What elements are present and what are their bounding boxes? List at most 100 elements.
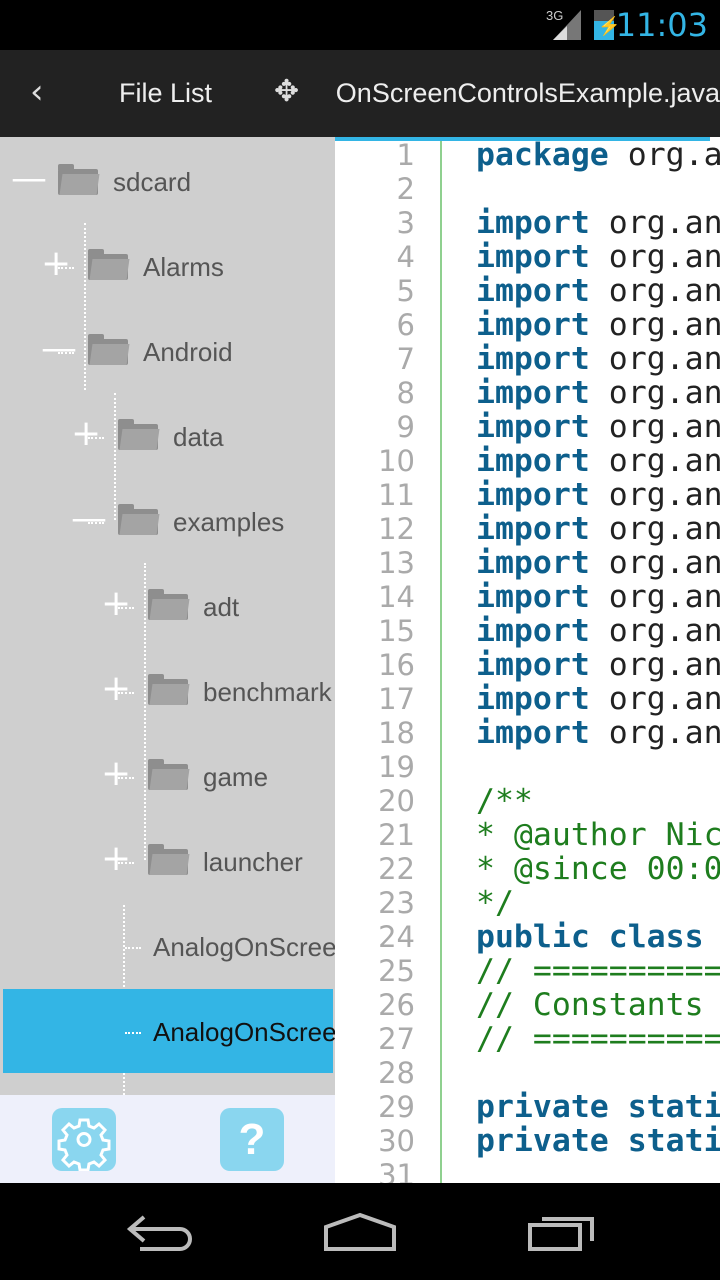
- tree-connector: [88, 522, 104, 524]
- tree-item[interactable]: AnalogOnScreenControlExample.java: [0, 904, 335, 988]
- code-line: public class: [476, 920, 704, 954]
- code-keyword: import: [476, 341, 590, 377]
- tree-item[interactable]: AnalogOnScreenControlsExample.java: [3, 989, 335, 1073]
- tree-item[interactable]: — sdcard: [0, 139, 335, 223]
- settings-button[interactable]: [52, 1108, 116, 1172]
- tree-item[interactable]: + game: [0, 734, 335, 818]
- folder-icon: [58, 164, 98, 195]
- code-line: // ==========: [476, 1022, 720, 1056]
- line-number: 18: [378, 716, 415, 750]
- file-tab[interactable]: AnalogOnScreenControlsExample.java: [336, 78, 720, 109]
- code-text: org.an: [608, 273, 720, 309]
- code-text: org.an: [608, 443, 720, 479]
- line-number: 16: [378, 648, 415, 682]
- tree-item[interactable]: + launcher: [0, 819, 335, 903]
- tree-item[interactable]: — Android: [0, 309, 335, 393]
- line-number: 11: [378, 478, 415, 512]
- collapse-icon[interactable]: —: [11, 159, 47, 199]
- tree-item-label: sdcard: [113, 167, 192, 197]
- tree-connector: [118, 692, 134, 694]
- expand-icon[interactable]: +: [71, 414, 101, 454]
- code-line: import org.an: [476, 206, 720, 240]
- code-text: org.an: [608, 579, 720, 615]
- expand-icon[interactable]: +: [101, 754, 131, 794]
- code-line: import org.an: [476, 444, 720, 478]
- line-number: 30: [378, 1124, 415, 1158]
- code-keyword: import: [476, 715, 590, 751]
- recent-apps-icon[interactable]: [526, 1211, 598, 1251]
- tree-item-label: benchmark: [203, 677, 332, 707]
- code-keyword: import: [476, 681, 590, 717]
- code-line: // Constants: [476, 988, 704, 1022]
- line-number: 1: [396, 138, 415, 172]
- code-keyword: import: [476, 443, 590, 479]
- line-number: 21: [378, 818, 415, 852]
- folder-icon: [148, 674, 188, 705]
- code-keyword: import: [476, 647, 590, 683]
- line-number: 24: [378, 920, 415, 954]
- line-number: 5: [396, 274, 415, 308]
- line-number: 29: [378, 1090, 415, 1124]
- tree-connector: [118, 862, 134, 864]
- code-keyword: import: [476, 511, 590, 547]
- file-tree[interactable]: — sdcard + Alarms — Android + data — examples + adt…: [0, 137, 335, 1095]
- home-icon[interactable]: [322, 1211, 398, 1251]
- line-number: 10: [378, 444, 415, 478]
- file-list-button[interactable]: File List: [119, 78, 212, 109]
- code-line: // ==========: [476, 954, 720, 988]
- file-tab-title: AnalogOnScreenControlsExample.java: [336, 78, 720, 108]
- line-number: 4: [396, 240, 415, 274]
- code-keyword: import: [476, 205, 590, 241]
- battery-icon: ⚡: [594, 10, 620, 40]
- tree-item-label: examples: [173, 507, 285, 537]
- expand-icon[interactable]: +: [41, 244, 71, 284]
- line-number: 25: [378, 954, 415, 988]
- tree-connector: [58, 267, 74, 269]
- folder-icon: [88, 249, 128, 280]
- line-number: 9: [396, 410, 415, 444]
- bottom-toolbar: ?: [0, 1095, 335, 1183]
- status-bar: 3G ⚡ 11:03: [0, 0, 720, 50]
- code-text: org.a: [627, 137, 720, 173]
- code-text: org.an: [608, 205, 720, 241]
- help-button[interactable]: ?: [220, 1108, 284, 1171]
- collapse-icon[interactable]: —: [71, 499, 107, 539]
- code-text: org.an: [608, 647, 720, 683]
- code-editor[interactable]: 1 package org.a 2 3 import org.an 4 import org…: [335, 137, 720, 1183]
- tree-item-label: adt: [203, 592, 240, 622]
- folder-icon: [88, 334, 128, 365]
- folder-icon: [148, 759, 188, 790]
- code-keyword: import: [476, 613, 590, 649]
- code-text: org.an: [608, 341, 720, 377]
- line-number: 12: [378, 512, 415, 546]
- tree-item[interactable]: + data: [0, 394, 335, 478]
- code-keyword: import: [476, 375, 590, 411]
- line-number: 2: [396, 172, 415, 206]
- code-line: import org.an: [476, 274, 720, 308]
- code-text: org.an: [608, 511, 720, 547]
- tree-connector: [118, 777, 134, 779]
- line-number: 15: [378, 614, 415, 648]
- tree-item[interactable]: — examples: [0, 479, 335, 563]
- expand-icon[interactable]: +: [101, 584, 131, 624]
- code-text: org.an: [608, 477, 720, 513]
- code-line: import org.an: [476, 716, 720, 750]
- move-arrows-icon[interactable]: ✥: [274, 74, 299, 109]
- code-comment: // ==========: [476, 1021, 720, 1057]
- tree-item[interactable]: + adt: [0, 564, 335, 648]
- tree-item[interactable]: + benchmark: [0, 649, 335, 733]
- code-comment: // Constants: [476, 987, 704, 1023]
- tree-item-label: game: [203, 762, 269, 792]
- collapse-icon[interactable]: —: [41, 329, 77, 369]
- code-line: import org.an: [476, 546, 720, 580]
- folder-icon: [148, 589, 188, 620]
- tree-item[interactable]: + Alarms: [0, 224, 335, 308]
- chevron-left-icon[interactable]: ‹: [30, 72, 44, 112]
- line-number: 19: [378, 750, 415, 784]
- expand-icon[interactable]: +: [101, 669, 131, 709]
- back-icon[interactable]: [124, 1211, 194, 1251]
- code-line: import org.an: [476, 614, 720, 648]
- expand-icon[interactable]: +: [101, 839, 131, 879]
- tree-connector: [88, 437, 104, 439]
- code-comment: /**: [476, 783, 533, 819]
